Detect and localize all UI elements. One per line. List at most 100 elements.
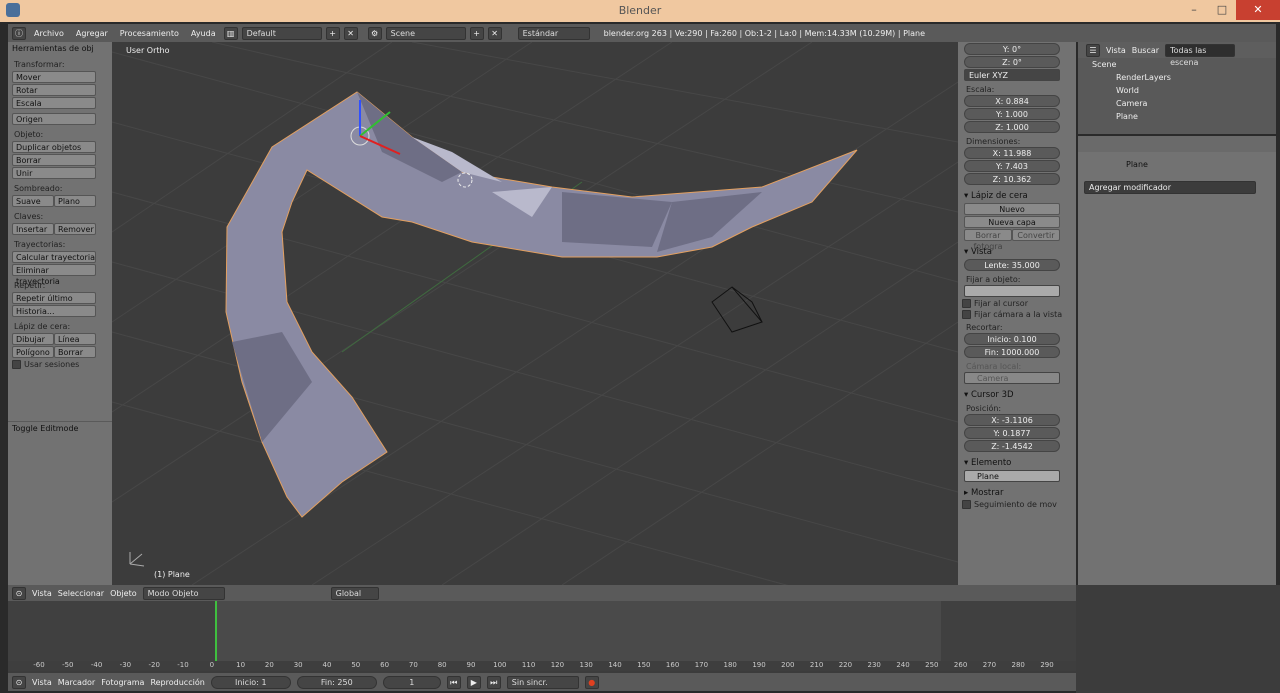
rotation-mode-select[interactable]: Euler XYZ bbox=[964, 69, 1060, 81]
move-button[interactable]: Mover bbox=[12, 71, 96, 83]
remove-scene-icon[interactable]: ✕ bbox=[487, 26, 502, 40]
outliner-item-world[interactable]: World bbox=[1078, 84, 1276, 97]
tool-shelf-header[interactable]: Herramientas de obj bbox=[8, 42, 112, 56]
new-layer-button[interactable]: Nueva capa bbox=[964, 216, 1060, 228]
close-button[interactable]: ✕ bbox=[1236, 0, 1280, 20]
calc-path-button[interactable]: Calcular trayectoria bbox=[12, 251, 96, 263]
join-button[interactable]: Unir bbox=[12, 167, 96, 179]
delete-button[interactable]: Borrar bbox=[12, 154, 96, 166]
maximize-button[interactable]: □ bbox=[1208, 0, 1236, 20]
lock-object-field[interactable] bbox=[964, 285, 1060, 297]
line-button[interactable]: Línea bbox=[54, 333, 96, 345]
view-header[interactable]: ▾ Vista bbox=[964, 247, 1076, 257]
origin-button[interactable]: Origen bbox=[12, 113, 96, 125]
footer-type-icon[interactable]: ⊙ bbox=[12, 675, 26, 689]
menu-procesamiento[interactable]: Procesamiento bbox=[116, 29, 183, 38]
motion-tracking-checkbox[interactable] bbox=[962, 500, 971, 509]
clip-end-field[interactable]: Fin: 1000.000 bbox=[964, 346, 1060, 358]
footer-view-menu[interactable]: Vista bbox=[32, 678, 52, 687]
menu-archivo[interactable]: Archivo bbox=[30, 29, 68, 38]
item-name-field[interactable]: Plane bbox=[964, 470, 1060, 482]
scene-field[interactable]: Scene bbox=[385, 26, 466, 40]
erase-button[interactable]: Borrar bbox=[54, 346, 96, 358]
timeline-area[interactable] bbox=[8, 601, 1076, 661]
scale-z-field[interactable]: Z: 1.000 bbox=[964, 121, 1060, 133]
timeline-select-menu[interactable]: Seleccionar bbox=[58, 589, 104, 598]
outliner-item-renderlayers[interactable]: RenderLayers bbox=[1078, 71, 1276, 84]
jump-end-icon[interactable]: ⏭ bbox=[486, 675, 501, 689]
dimension-x-field[interactable]: X: 11.988 bbox=[964, 147, 1060, 159]
polygon-button[interactable]: Polígono bbox=[12, 346, 54, 358]
footer-playback-menu[interactable]: Reproducción bbox=[150, 678, 204, 687]
history-button[interactable]: Historia... bbox=[12, 305, 96, 317]
lock-cursor-checkbox[interactable] bbox=[962, 299, 971, 308]
duplicate-button[interactable]: Duplicar objetos bbox=[12, 141, 96, 153]
cursor-y-field[interactable]: Y: 0.1877 bbox=[964, 427, 1060, 439]
sessions-checkbox[interactable] bbox=[12, 360, 21, 369]
flat-button[interactable]: Plano bbox=[54, 195, 96, 207]
orientation-select[interactable]: Global bbox=[330, 586, 379, 600]
lens-field[interactable]: Lente: 35.000 bbox=[964, 259, 1060, 271]
record-icon[interactable]: ● bbox=[584, 675, 599, 689]
render-engine-select[interactable]: Estándar bbox=[517, 26, 590, 40]
draw-button[interactable]: Dibujar bbox=[12, 333, 54, 345]
current-frame-field[interactable]: 1 bbox=[382, 675, 441, 689]
remove-key-button[interactable]: Remover bbox=[54, 223, 96, 235]
toggle-editmode-panel[interactable]: Toggle Editmode bbox=[8, 421, 112, 435]
timeline-view-menu[interactable]: Vista bbox=[32, 589, 52, 598]
item-header[interactable]: ▾ Elemento bbox=[964, 458, 1076, 468]
add-scene-icon[interactable]: + bbox=[469, 26, 484, 40]
cursor-z-field[interactable]: Z: -1.4542 bbox=[964, 440, 1060, 452]
rotation-y-field[interactable]: Y: 0° bbox=[964, 43, 1060, 55]
3d-viewport[interactable]: User Ortho (1) Plane bbox=[112, 42, 958, 585]
cursor-x-field[interactable]: X: -3.1106 bbox=[964, 414, 1060, 426]
menu-agregar[interactable]: Agregar bbox=[72, 29, 112, 38]
screen-layout-icon[interactable]: ▥ bbox=[223, 26, 238, 40]
outliner-item-camera[interactable]: Camera bbox=[1078, 97, 1276, 110]
play-icon[interactable]: ▶ bbox=[466, 675, 481, 689]
layout-field[interactable]: Default bbox=[241, 26, 322, 40]
outliner-item-plane[interactable]: Plane bbox=[1078, 110, 1276, 123]
outliner-type-icon[interactable]: ☰ bbox=[1086, 43, 1100, 57]
dimension-z-field[interactable]: Z: 10.362 bbox=[964, 173, 1060, 185]
outliner-view-menu[interactable]: Vista bbox=[1106, 46, 1126, 55]
scene-icon[interactable]: ⚙ bbox=[367, 26, 382, 40]
scale-x-field[interactable]: X: 0.884 bbox=[964, 95, 1060, 107]
outliner-filter-select[interactable]: Todas las escena bbox=[1165, 43, 1236, 67]
display-header[interactable]: ▸ Mostrar bbox=[964, 488, 1076, 498]
jump-start-icon[interactable]: ⏮ bbox=[446, 675, 461, 689]
add-layout-icon[interactable]: + bbox=[325, 26, 340, 40]
editor-type-icon[interactable]: ⓘ bbox=[12, 26, 26, 40]
clip-start-field[interactable]: Inicio: 0.100 bbox=[964, 333, 1060, 345]
rotate-button[interactable]: Rotar bbox=[12, 84, 96, 96]
convert-button[interactable]: Convertir bbox=[1012, 229, 1060, 241]
current-frame-line[interactable] bbox=[215, 601, 217, 661]
menu-ayuda[interactable]: Ayuda bbox=[187, 29, 220, 38]
timeline-type-icon[interactable]: ⊙ bbox=[12, 586, 26, 600]
footer-frame-menu[interactable]: Fotograma bbox=[101, 678, 144, 687]
clear-path-button[interactable]: Eliminar trayectoria bbox=[12, 264, 96, 286]
end-frame-field[interactable]: Fin: 250 bbox=[296, 675, 377, 689]
sync-select[interactable]: Sin sincr. bbox=[506, 675, 579, 689]
smooth-button[interactable]: Suave bbox=[12, 195, 54, 207]
start-frame-field[interactable]: Inicio: 1 bbox=[210, 675, 291, 689]
scale-button[interactable]: Escala bbox=[12, 97, 96, 109]
minimize-button[interactable]: – bbox=[1180, 0, 1208, 20]
plane-mesh[interactable] bbox=[225, 91, 858, 518]
new-gp-button[interactable]: Nuevo bbox=[964, 203, 1060, 215]
local-camera-field[interactable]: Camera bbox=[964, 372, 1060, 384]
lock-camera-checkbox[interactable] bbox=[962, 310, 971, 319]
repeat-last-button[interactable]: Repetir último bbox=[12, 292, 96, 304]
timeline-object-menu[interactable]: Objeto bbox=[110, 589, 137, 598]
insert-key-button[interactable]: Insertar bbox=[12, 223, 54, 235]
outliner-search-menu[interactable]: Buscar bbox=[1132, 46, 1159, 55]
remove-layout-icon[interactable]: ✕ bbox=[343, 26, 358, 40]
add-modifier-select[interactable]: Agregar modificador bbox=[1084, 181, 1256, 194]
delete-frame-button[interactable]: Borrar fotogra bbox=[964, 229, 1012, 251]
footer-marker-menu[interactable]: Marcador bbox=[58, 678, 95, 687]
dimension-y-field[interactable]: Y: 7.403 bbox=[964, 160, 1060, 172]
grease-pencil-header[interactable]: ▾ Lápiz de cera bbox=[964, 191, 1076, 201]
properties-tabs[interactable] bbox=[1078, 136, 1276, 152]
rotation-z-field[interactable]: Z: 0° bbox=[964, 56, 1060, 68]
scale-y-field[interactable]: Y: 1.000 bbox=[964, 108, 1060, 120]
